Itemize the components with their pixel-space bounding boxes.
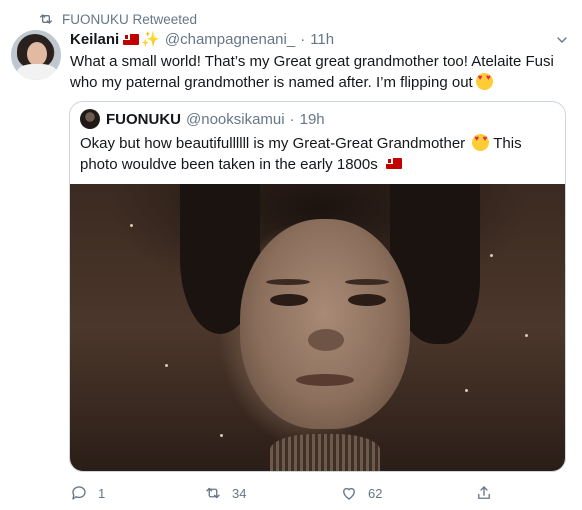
reply-button[interactable]: 1 [70,484,105,502]
quoted-avatar [80,109,100,129]
chevron-down-icon[interactable] [554,32,570,48]
reply-icon [72,486,86,500]
sparkles-icon: ✨ [141,31,160,48]
like-count: 62 [368,485,383,501]
retweet-count: 34 [232,485,247,501]
heart-eyes-emoji-icon [472,134,490,151]
quoted-photo[interactable] [70,184,565,471]
like-button[interactable]: 62 [340,484,382,502]
reply-count: 1 [98,485,106,501]
author-handle[interactable]: @champagnenani_ [165,31,295,48]
tonga-flag-icon [385,158,402,169]
heart-icon [343,487,355,500]
tweet-actions: 1 34 62 [70,484,570,504]
retweeted-by-label[interactable]: FUONUKU Retweeted [62,12,197,27]
retweet-icon [40,14,52,24]
author-name[interactable]: Keilani [70,31,119,48]
avatar[interactable] [11,30,61,80]
quoted-author-handle: @nooksikamui [186,110,285,128]
tweet-timestamp[interactable]: 11h [310,31,334,48]
retweet-icon [206,487,220,499]
heart-eyes-emoji-icon [475,73,493,90]
tonga-flag-icon [123,33,140,45]
quoted-tweet-text: Okay but how beautifullllll is my Great-… [80,133,550,175]
share-icon [478,486,490,499]
share-button[interactable] [475,484,493,502]
quoted-timestamp: 19h [299,110,325,128]
quoted-tweet-header: FUONUKU @nooksikamui · 19h [80,109,325,129]
quoted-tweet[interactable]: FUONUKU @nooksikamui · 19h Okay but how … [69,101,566,472]
quoted-text-part1: Okay but how beautifullllll is my Great-… [80,135,466,152]
retweeted-by-row: FUONUKU Retweeted [38,9,197,29]
quoted-separator-dot: · [289,110,295,128]
tweet-header: Keilani ✨ @champagnenani_ · 11h [70,29,334,49]
tweet-text: What a small world! That’s my Great grea… [70,51,570,93]
separator-dot: · [300,30,306,48]
retweet-button[interactable]: 34 [204,484,246,502]
quoted-author-name: FUONUKU [106,110,181,128]
